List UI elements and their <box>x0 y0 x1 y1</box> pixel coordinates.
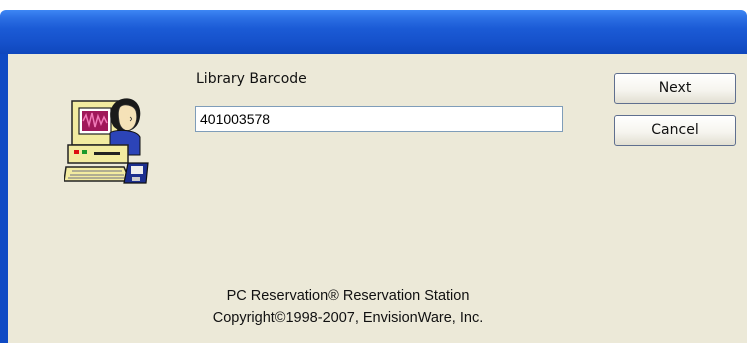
user-at-computer-icon <box>64 98 149 184</box>
product-name: PC Reservation® Reservation Station <box>226 288 470 304</box>
window-titlebar[interactable] <box>0 10 747 54</box>
cancel-button[interactable]: Cancel <box>614 115 736 146</box>
screen: Library Barcode Next Cancel PC Reservati… <box>0 0 751 343</box>
dialog-body: Library Barcode Next Cancel PC Reservati… <box>8 54 747 343</box>
next-button[interactable]: Next <box>614 73 736 104</box>
footer: PC Reservation® Reservation Station Copy… <box>8 285 688 329</box>
barcode-input[interactable] <box>195 106 563 132</box>
copyright-text: Copyright©1998-2007, EnvisionWare, Inc. <box>212 310 484 326</box>
barcode-label: Library Barcode <box>196 71 307 87</box>
